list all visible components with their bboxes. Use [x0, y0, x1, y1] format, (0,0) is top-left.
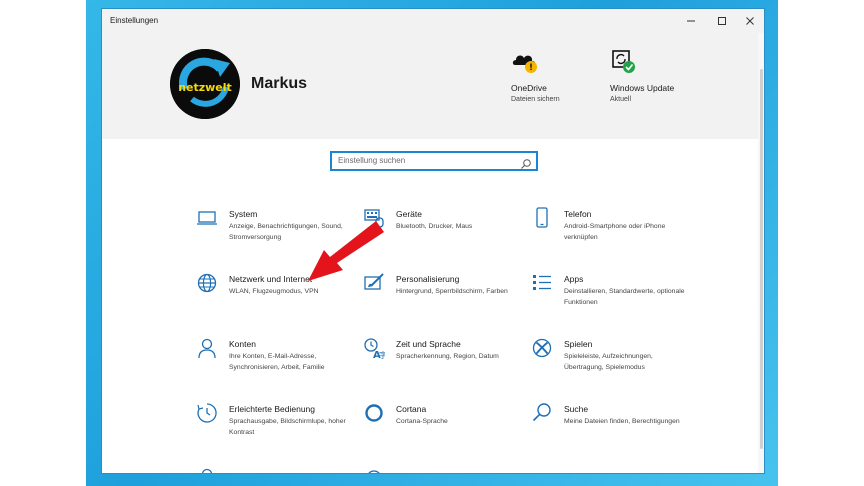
category-next-row-left[interactable] [196, 467, 356, 473]
category-cortana[interactable]: Cortana Cortana-Sprache [363, 402, 523, 458]
category-apps[interactable]: Apps Deinstallieren, Standardwerte, opti… [531, 272, 691, 328]
category-gaming[interactable]: Spielen Spieleleiste, Aufzeichnungen, Üb… [531, 337, 691, 393]
quicklink-subtitle: Aktuell [610, 96, 632, 103]
category-next-row-middle[interactable] [363, 467, 523, 473]
category-title: Apps [564, 274, 584, 284]
scrollbar[interactable] [758, 33, 764, 473]
search-placeholder: Einstellung suchen [338, 156, 406, 165]
quicklink-subtitle: Dateien sichern [511, 96, 560, 103]
title-bar: Einstellungen [102, 9, 764, 33]
category-description: Spieleleiste, Aufzeichnungen, Übertragun… [564, 353, 653, 371]
profile-header: netzwelt Markus OneDrive Dateien sichern [102, 33, 764, 139]
category-title: Konten [229, 339, 256, 349]
person-icon [196, 337, 218, 359]
search-icon [531, 402, 553, 424]
globe-icon [196, 272, 218, 294]
category-devices[interactable]: Geräte Bluetooth, Drucker, Maus [363, 207, 523, 263]
category-description: Cortana-Sprache [396, 418, 448, 425]
maximize-button[interactable] [708, 9, 736, 33]
laptop-icon [196, 207, 218, 229]
category-title: Spielen [564, 339, 593, 349]
category-description: Spracherkennung, Region, Datum [396, 353, 499, 360]
category-title: Telefon [564, 209, 592, 219]
category-title: Personalisierung [396, 274, 460, 284]
maximize-icon [718, 17, 726, 25]
settings-window: Einstellungen netzwelt Markus OneDrive D… [101, 8, 765, 474]
category-title: Zeit und Sprache [396, 339, 461, 349]
xbox-icon [531, 337, 553, 359]
category-description: Android-Smartphone oder iPhone verknüpfe… [564, 223, 666, 241]
search-input[interactable]: Einstellung suchen [330, 151, 538, 171]
category-description: Meine Dateien finden, Berechtigungen [564, 418, 680, 425]
category-network[interactable]: Netzwerk und Internet WLAN, Flugzeugmodu… [196, 272, 356, 328]
windows-update-ok-icon [610, 49, 638, 75]
category-time-language[interactable]: A字 Zeit und Sprache Spracherkennung, Reg… [363, 337, 523, 393]
time-language-icon: A字 [363, 337, 385, 359]
close-button[interactable] [736, 9, 764, 33]
settings-categories: System Anzeige, Benachrichtigungen, Soun… [196, 207, 706, 473]
category-description: Bluetooth, Drucker, Maus [396, 223, 473, 230]
user-name: Markus [251, 75, 308, 92]
close-icon [746, 17, 754, 25]
category-description: Deinstallieren, Standardwerte, optionale… [564, 288, 685, 306]
category-description: Ihre Konten, E-Mail-Adresse, Synchronisi… [229, 353, 325, 371]
svg-text:字: 字 [379, 350, 385, 359]
category-title: Netzwerk und Internet [229, 274, 313, 284]
category-title: Geräte [396, 209, 422, 219]
svg-text:netzwelt: netzwelt [178, 81, 232, 94]
update-icon [363, 467, 385, 473]
scrollbar-thumb[interactable] [760, 69, 763, 449]
minimize-button[interactable] [677, 9, 705, 33]
category-description: Sprachausgabe, Bildschirmlupe, hoher Kon… [229, 418, 346, 436]
avatar[interactable]: netzwelt [170, 49, 240, 119]
quicklink-onedrive[interactable]: OneDrive Dateien sichern [511, 49, 601, 103]
category-title: Erleichterte Bedienung [229, 404, 316, 414]
search-icon[interactable] [520, 155, 532, 174]
phone-icon [531, 207, 553, 229]
minimize-icon [687, 20, 695, 22]
quicklink-windows-update[interactable]: Windows Update Aktuell [610, 49, 700, 103]
quicklink-title: Windows Update [610, 83, 675, 93]
category-system[interactable]: System Anzeige, Benachrichtigungen, Soun… [196, 207, 356, 263]
window-title: Einstellungen [110, 16, 159, 25]
category-description: Hintergrund, Sperrbildschirm, Farben [396, 288, 508, 295]
apps-list-icon [531, 272, 553, 294]
person-icon [196, 467, 218, 473]
ease-of-access-icon [196, 402, 218, 424]
avatar-logo: netzwelt [170, 49, 240, 119]
quicklink-title: OneDrive [511, 83, 547, 93]
category-title: System [229, 209, 258, 219]
category-search[interactable]: Suche Meine Dateien finden, Berechtigung… [531, 402, 691, 458]
category-accounts[interactable]: Konten Ihre Konten, E-Mail-Adresse, Sync… [196, 337, 356, 393]
category-title: Cortana [396, 404, 427, 414]
category-phone[interactable]: Telefon Android-Smartphone oder iPhone v… [531, 207, 691, 263]
paint-icon [363, 272, 385, 294]
category-description: Anzeige, Benachrichtigungen, Sound, Stro… [229, 223, 343, 241]
category-title: Suche [564, 404, 589, 414]
category-description: WLAN, Flugzeugmodus, VPN [229, 288, 319, 295]
category-personalization[interactable]: Personalisierung Hintergrund, Sperrbilds… [363, 272, 523, 328]
keyboard-icon [363, 207, 385, 229]
category-ease-of-access[interactable]: Erleichterte Bedienung Sprachausgabe, Bi… [196, 402, 356, 458]
cortana-icon [363, 402, 385, 424]
onedrive-warning-icon [511, 49, 539, 75]
